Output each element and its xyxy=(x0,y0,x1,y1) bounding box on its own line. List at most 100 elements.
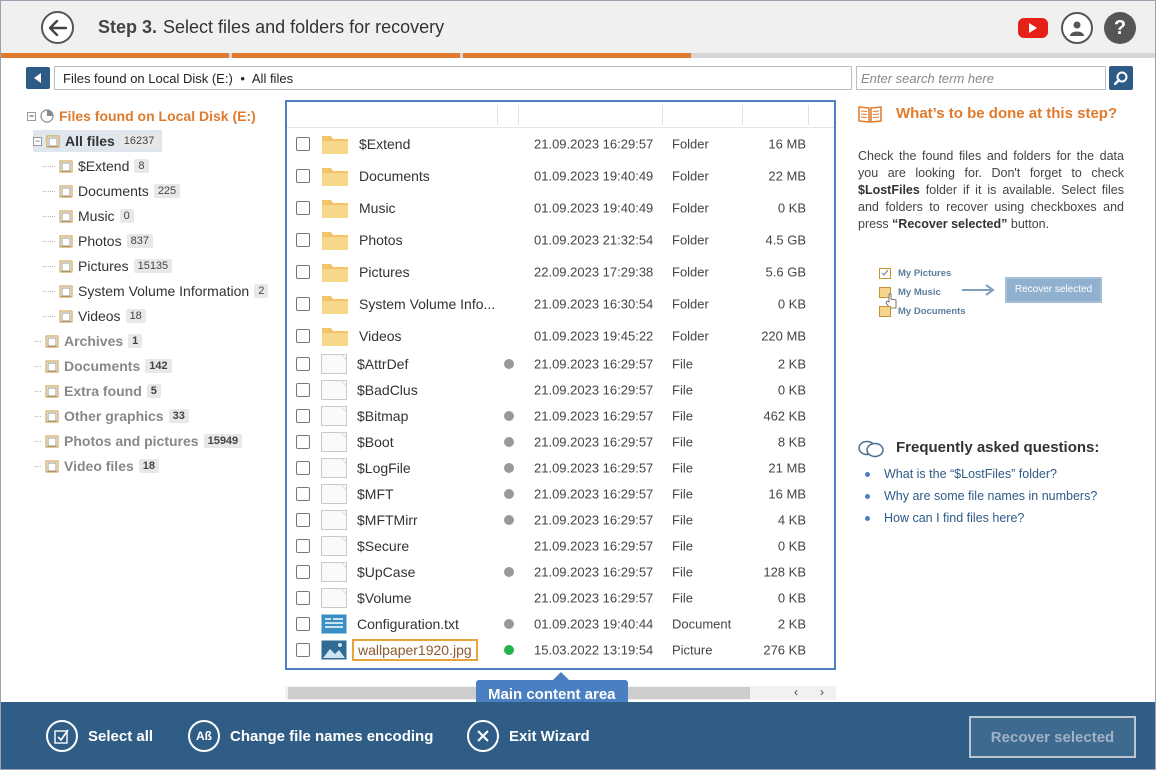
tree-item-system-volume-information[interactable]: System Volume Information 2 xyxy=(43,280,269,302)
breadcrumb-location[interactable]: Files found on Local Disk (E:) xyxy=(63,71,233,86)
tree-item-label: All files xyxy=(65,133,115,149)
account-button[interactable] xyxy=(1061,12,1093,44)
tree-item-extend[interactable]: $Extend 8 xyxy=(43,155,149,177)
help-button[interactable]: ? xyxy=(1104,12,1136,44)
table-row[interactable]: Videos 01.09.2023 19:45:22 Folder 220 MB xyxy=(287,320,834,352)
column-separator[interactable] xyxy=(808,105,809,125)
tree-item-documents[interactable]: Documents 225 xyxy=(43,180,181,202)
search-button[interactable] xyxy=(1109,66,1133,90)
recover-selected-button[interactable]: Recover selected xyxy=(969,716,1136,758)
folder-checkbox-icon[interactable] xyxy=(59,159,73,173)
table-row[interactable]: Music 01.09.2023 19:40:49 Folder 0 KB xyxy=(287,192,834,224)
help-title: What’s to be done at this step? xyxy=(896,105,1118,122)
table-row[interactable]: $UpCase 21.09.2023 16:29:57 File 128 KB xyxy=(287,559,834,585)
folder-checkbox-icon[interactable] xyxy=(59,309,73,323)
table-row[interactable]: wallpaper1920.jpg 15.03.2022 13:19:54 Pict… xyxy=(287,637,834,663)
back-button[interactable] xyxy=(41,11,74,44)
folder-checkbox-icon[interactable] xyxy=(45,334,59,348)
folder-checkbox-icon[interactable] xyxy=(59,209,73,223)
faq-link-text[interactable]: Why are some file names in numbers? xyxy=(884,489,1097,503)
collapse-icon[interactable]: − xyxy=(33,136,42,146)
row-icon xyxy=(321,614,347,637)
row-checkbox[interactable] xyxy=(296,201,310,215)
tree-item-music[interactable]: Music 0 xyxy=(43,205,134,227)
table-row[interactable]: $Volume 21.09.2023 16:29:57 File 0 KB xyxy=(287,585,834,611)
scroll-right-icon[interactable]: › xyxy=(820,685,824,699)
tree-item-videos[interactable]: Videos 18 xyxy=(43,305,146,327)
change-encoding-button[interactable]: Aß Change file names encoding xyxy=(188,720,433,752)
row-checkbox[interactable] xyxy=(296,329,310,343)
row-checkbox[interactable] xyxy=(296,539,310,553)
row-checkbox[interactable] xyxy=(296,409,310,423)
column-separator[interactable] xyxy=(497,105,498,125)
row-checkbox[interactable] xyxy=(296,591,310,605)
folder-checkbox-icon[interactable] xyxy=(59,259,73,273)
row-checkbox[interactable] xyxy=(296,513,310,527)
row-checkbox[interactable] xyxy=(296,137,310,151)
wizard-progress xyxy=(1,53,1155,58)
row-checkbox[interactable] xyxy=(296,169,310,183)
column-separator[interactable] xyxy=(518,105,519,125)
folder-checkbox-icon[interactable] xyxy=(59,234,73,248)
tree-category-archives[interactable]: Archives 1 xyxy=(35,330,143,352)
breadcrumb-current[interactable]: All files xyxy=(252,71,293,86)
tree-category-extra-found[interactable]: Extra found 5 xyxy=(35,380,161,402)
tree-category-other-graphics[interactable]: Other graphics 33 xyxy=(35,405,189,427)
youtube-button[interactable] xyxy=(1018,18,1048,38)
row-checkbox[interactable] xyxy=(296,461,310,475)
table-row[interactable]: $Boot 21.09.2023 16:29:57 File 8 KB xyxy=(287,429,834,455)
folder-checkbox-icon[interactable] xyxy=(59,284,73,298)
exit-wizard-button[interactable]: Exit Wizard xyxy=(467,720,590,752)
folder-checkbox-icon[interactable] xyxy=(45,384,59,398)
tree-item-photos[interactable]: Photos 837 xyxy=(43,230,153,252)
folder-checkbox-icon[interactable] xyxy=(45,459,59,473)
faq-link[interactable]: How can I find files here? xyxy=(865,511,1024,525)
column-separator[interactable] xyxy=(742,105,743,125)
table-row[interactable]: $Bitmap 21.09.2023 16:29:57 File 462 KB xyxy=(287,403,834,429)
folder-checkbox-icon[interactable] xyxy=(59,184,73,198)
collapse-tree-button[interactable] xyxy=(26,67,50,89)
tree-category-documents[interactable]: Documents 142 xyxy=(35,355,172,377)
row-checkbox[interactable] xyxy=(296,643,310,657)
faq-link[interactable]: What is the “$LostFiles” folder? xyxy=(865,467,1057,481)
search-input[interactable] xyxy=(856,66,1106,90)
table-row[interactable]: Configuration.txt 01.09.2023 19:40:44 Docu… xyxy=(287,611,834,637)
select-all-button[interactable]: Select all xyxy=(46,720,153,752)
row-checkbox[interactable] xyxy=(296,265,310,279)
scroll-left-icon[interactable]: ‹ xyxy=(794,685,798,699)
table-row[interactable]: Documents 01.09.2023 19:40:49 Folder 22 MB xyxy=(287,160,834,192)
table-row[interactable]: Photos 01.09.2023 21:32:54 Folder 4.5 GB xyxy=(287,224,834,256)
table-row[interactable]: $MFT 21.09.2023 16:29:57 File 16 MB xyxy=(287,481,834,507)
folder-checkbox-icon[interactable] xyxy=(46,134,60,148)
folder-checkbox-icon[interactable] xyxy=(45,434,59,448)
table-row[interactable]: $Secure 21.09.2023 16:29:57 File 0 KB xyxy=(287,533,834,559)
table-row[interactable]: $MFTMirr 21.09.2023 16:29:57 File 4 KB xyxy=(287,507,834,533)
faq-link[interactable]: Why are some file names in numbers? xyxy=(865,489,1097,503)
tree-category-photos-and-pictures[interactable]: Photos and pictures 15949 xyxy=(35,430,243,452)
folder-icon xyxy=(322,200,348,218)
row-checkbox[interactable] xyxy=(296,233,310,247)
table-row[interactable]: $BadClus 21.09.2023 16:29:57 File 0 KB xyxy=(287,377,834,403)
folder-checkbox-icon[interactable] xyxy=(45,359,59,373)
row-checkbox[interactable] xyxy=(296,617,310,631)
row-checkbox[interactable] xyxy=(296,357,310,371)
tree-item-pictures[interactable]: Pictures 15135 xyxy=(43,255,173,277)
table-row[interactable]: $AttrDef 21.09.2023 16:29:57 File 2 KB xyxy=(287,351,834,377)
table-row[interactable]: System Volume Info... 21.09.2023 16:30:54… xyxy=(287,288,834,320)
row-checkbox[interactable] xyxy=(296,435,310,449)
collapse-icon[interactable]: − xyxy=(27,111,36,121)
column-separator[interactable] xyxy=(662,105,663,125)
tree-root[interactable]: − Files found on Local Disk (E:) xyxy=(27,105,256,127)
table-row[interactable]: $LogFile 21.09.2023 16:29:57 File 21 MB xyxy=(287,455,834,481)
tree-category-video-files[interactable]: Video files 18 xyxy=(35,455,160,477)
faq-link-text[interactable]: What is the “$LostFiles” folder? xyxy=(884,467,1057,481)
row-checkbox[interactable] xyxy=(296,297,310,311)
row-checkbox[interactable] xyxy=(296,565,310,579)
row-checkbox[interactable] xyxy=(296,487,310,501)
table-row[interactable]: $Extend 21.09.2023 16:29:57 Folder 16 MB xyxy=(287,128,834,160)
faq-link-text[interactable]: How can I find files here? xyxy=(884,511,1024,525)
row-checkbox[interactable] xyxy=(296,383,310,397)
folder-checkbox-icon[interactable] xyxy=(45,409,59,423)
table-row[interactable]: Pictures 22.09.2023 17:29:38 Folder 5.6 GB xyxy=(287,256,834,288)
tree-item-all-files[interactable]: − All files 16237 xyxy=(33,130,163,152)
